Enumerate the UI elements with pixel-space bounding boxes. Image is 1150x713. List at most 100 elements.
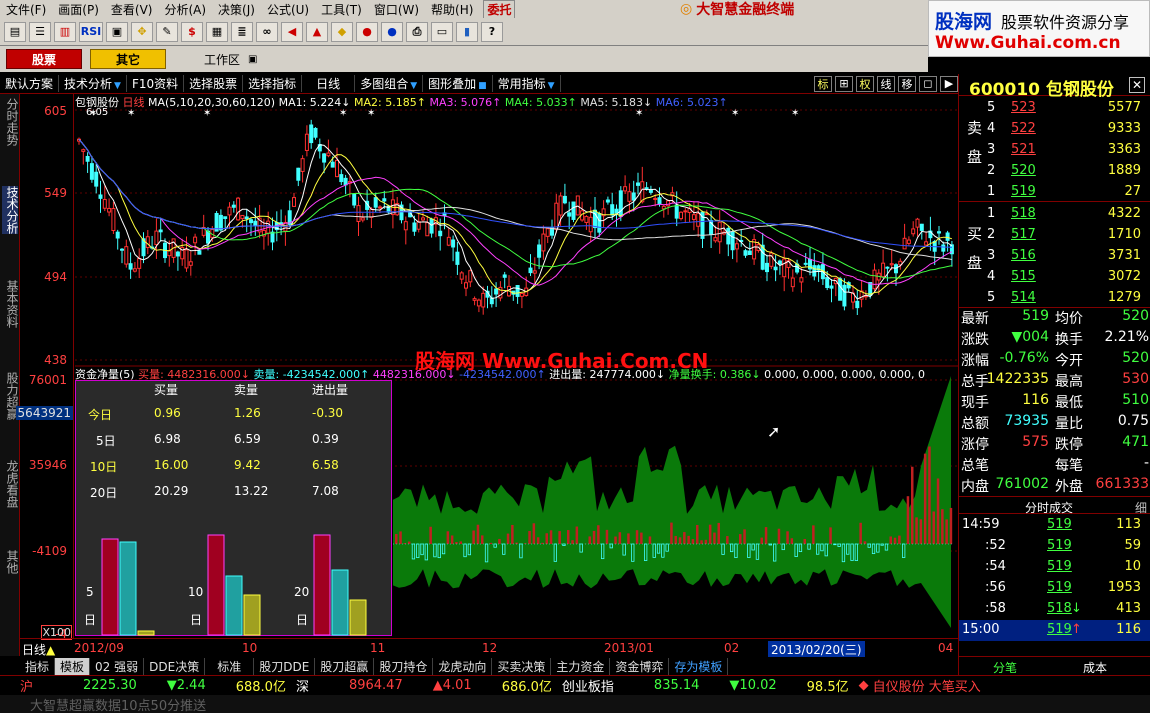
side-tab-longhu[interactable]: 龙虎看盘 [2, 460, 19, 508]
bid-row[interactable]: 3 516 3731 [987, 245, 1150, 266]
sz-label[interactable]: 深 [296, 676, 309, 695]
bid-row[interactable]: 5 514 1279 [987, 287, 1150, 308]
ask-row[interactable]: 5 523 5577 [987, 97, 1150, 118]
ind-tab-buysell[interactable]: 买卖决策 [492, 657, 552, 675]
func-f10[interactable]: F10资料 [127, 75, 185, 92]
side-tab-technical[interactable]: 技术分析 [2, 186, 19, 234]
workspace-dropdown-icon[interactable]: ▣ [248, 54, 257, 65]
crosshair-button[interactable]: ⊞ [835, 75, 853, 92]
save-template-button[interactable]: 存为模板 [669, 657, 729, 675]
tick-row[interactable]: 14:59 519 113 [959, 515, 1150, 536]
menu-tools[interactable]: 工具(T) [315, 1, 368, 18]
flow-bar [708, 524, 712, 544]
sh-label[interactable]: 沪 [20, 676, 33, 695]
func-default-scheme[interactable]: 默认方案 [0, 75, 60, 92]
ask-row[interactable]: 3 521 3363 [987, 139, 1150, 160]
print-icon[interactable]: ⎙ [406, 21, 428, 42]
ind-tab-indicator[interactable]: 指标 [20, 657, 56, 675]
func-tech-analysis[interactable]: 技术分析 ▼ [59, 75, 127, 92]
mark-button[interactable]: 标 [814, 75, 832, 92]
menu-screen[interactable]: 画面(P) [52, 1, 105, 18]
bid-row[interactable]: 4 515 3072 [987, 266, 1150, 287]
alert-message[interactable]: 自仪股份 大笔买入 [873, 676, 981, 695]
ask-row[interactable]: 1 519 27 [987, 181, 1150, 202]
side-tab-other[interactable]: 其他 [2, 550, 19, 574]
ind-tab-dde[interactable]: DDE决策 [144, 657, 206, 675]
date-tick: 11 [370, 641, 386, 655]
tab-cost[interactable]: 成本 [1083, 659, 1107, 676]
ask-row[interactable]: 4 522 9333 [987, 118, 1150, 139]
ind-tab-gudao-dde[interactable]: 股刀DDE [254, 657, 316, 675]
ind-tab-template[interactable]: 模板 [55, 657, 91, 675]
menu-file[interactable]: 文件(F) [0, 1, 52, 18]
side-tab-fundamentals[interactable]: 基本资料 [2, 280, 19, 328]
chart-icon[interactable]: ▥ [54, 21, 76, 42]
period-indicator[interactable]: 日线▲ [22, 641, 55, 658]
tab-other[interactable]: 其它 [90, 49, 166, 69]
close-icon[interactable]: ✕ [1129, 77, 1145, 93]
func-select-stock[interactable]: 选择股票 [184, 75, 244, 92]
calc-icon[interactable]: ▭ [431, 21, 453, 42]
func-select-indicator[interactable]: 选择指标 [243, 75, 303, 92]
menu-window[interactable]: 窗口(W) [368, 1, 425, 18]
quote-bottom-tabs: 分笔 成本 [959, 656, 1150, 675]
horn-icon[interactable]: ◀ [281, 21, 303, 42]
ind-tab-gudao-chaoying[interactable]: 股刀超赢 [315, 657, 375, 675]
menu-analysis[interactable]: 分析(A) [158, 1, 212, 18]
binoculars-icon[interactable]: ∞ [256, 21, 278, 42]
tab-stock[interactable]: 股票 [6, 49, 82, 69]
quote-v2: 2.21% [1104, 329, 1149, 345]
next-icon[interactable]: ▶ [940, 75, 958, 92]
menu-formula[interactable]: 公式(U) [261, 1, 315, 18]
rights-button[interactable]: 权 [856, 75, 874, 92]
ind-tab-main-capital[interactable]: 主力资金 [551, 657, 611, 675]
tick-row[interactable]: :54 519 10 [959, 557, 1150, 578]
menu-view[interactable]: 查看(V) [105, 1, 159, 18]
rsi-button[interactable]: RSI [79, 21, 103, 42]
tab-fenbi[interactable]: 分笔 [993, 659, 1017, 676]
func-daily[interactable]: 日线 [302, 75, 356, 92]
ind-tab-standard[interactable]: 标准 [205, 657, 255, 675]
books-icon[interactable]: ▮ [456, 21, 478, 42]
bid-row[interactable]: 1 518 4322 [987, 203, 1150, 224]
tick-row[interactable]: :52 519 59 [959, 536, 1150, 557]
stack-icon[interactable]: ≣ [231, 21, 253, 42]
workspace-label[interactable]: 工作区 [204, 51, 240, 68]
ind-tab-strength[interactable]: 02 强弱 [90, 657, 145, 675]
flow-bar [678, 537, 682, 544]
move-icon[interactable]: ✥ [131, 21, 153, 42]
chart-red-icon[interactable]: ▲ [306, 21, 328, 42]
ind-tab-longhu[interactable]: 龙虎动向 [433, 657, 493, 675]
tick-row[interactable]: :56 519 1953 [959, 578, 1150, 599]
file-icon[interactable]: ▤ [4, 21, 26, 42]
func-multi-chart[interactable]: 多图组合 ▼ [355, 75, 424, 92]
ind-tab-gudao-position[interactable]: 股刀持仓 [374, 657, 434, 675]
diamond-icon[interactable]: ◆ [331, 21, 353, 42]
restore-icon[interactable]: ◻ [919, 75, 937, 92]
func-common-indicator[interactable]: 常用指标 ▼ [493, 75, 561, 92]
ind-tab-capital-game[interactable]: 资金博弈 [610, 657, 670, 675]
candle-body [829, 285, 834, 289]
tick-row[interactable]: :58 518 ↓ 413 [959, 599, 1150, 620]
side-tab-intraday[interactable]: 分时走势 [2, 98, 19, 146]
line-button[interactable]: 线 [877, 75, 895, 92]
phone-icon[interactable]: ● [356, 21, 378, 42]
ask-row[interactable]: 2 520 1889 [987, 160, 1150, 181]
phone2-icon[interactable]: ● [381, 21, 403, 42]
move-button[interactable]: 移 [898, 75, 916, 92]
func-overlay[interactable]: 图形叠加 ■ [423, 75, 493, 92]
bid-row[interactable]: 2 517 1710 [987, 224, 1150, 245]
cy-label[interactable]: 创业板指 [562, 676, 614, 695]
menu-help[interactable]: 帮助(H) [425, 1, 479, 18]
window-icon[interactable]: ▣ [106, 21, 128, 42]
dollar-icon[interactable]: $ [181, 21, 203, 42]
detail-button[interactable]: 细 [1135, 499, 1147, 516]
ruler-icon[interactable]: ✎ [156, 21, 178, 42]
menu-decision[interactable]: 决策(J) [212, 1, 261, 18]
tick-row[interactable]: 15:00 519 ↑ 116 [959, 620, 1150, 641]
candlesticks [77, 119, 954, 316]
list-icon[interactable]: ☰ [29, 21, 51, 42]
grid-icon[interactable]: ▦ [206, 21, 228, 42]
help-icon[interactable]: ? [481, 21, 503, 42]
trust-button[interactable]: 委托 [483, 0, 516, 19]
